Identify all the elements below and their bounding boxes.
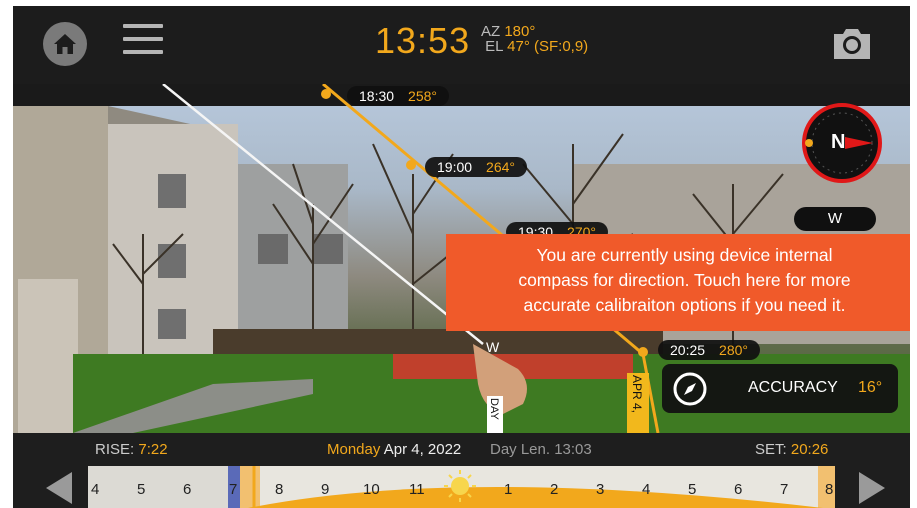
sun-path-time: 19:00 <box>437 159 473 175</box>
menu-button[interactable] <box>123 24 163 60</box>
timeline-tick: 5 <box>688 481 697 498</box>
selected-date[interactable]: Monday Apr 4, 2022 <box>327 433 461 466</box>
calibration-notice[interactable]: You are currently using device internal … <box>446 234 910 331</box>
sun-path-time: 18:30 <box>359 88 395 104</box>
accuracy-value: 16° <box>858 379 883 396</box>
weekday: Monday <box>327 441 381 458</box>
timeline-tick: 8 <box>825 481 834 498</box>
el-label: EL <box>485 38 503 55</box>
notice-line: accurate calibraiton options if you need… <box>523 295 846 315</box>
timeline-bar: 4 5 6 7 8 9 10 11 1 2 3 4 5 6 7 8 <box>13 466 910 508</box>
accuracy-button[interactable]: ACCURACY 16° <box>662 364 898 413</box>
sunrise-label: RISE: <box>95 441 135 458</box>
top-bar: 13:53 AZ 180° EL 47° (SF:0,9) <box>13 6 910 84</box>
sun-path-label: 18:30 258° <box>347 86 450 106</box>
day-info-bar: RISE: 7:22 Monday Apr 4, 2022 Day Len. 1… <box>13 433 910 466</box>
az-el-readout: AZ 180° EL 47° (SF:0,9) <box>481 24 588 54</box>
date-tag-text: APR 4, <box>630 375 644 414</box>
timeline-tick: 4 <box>91 481 100 498</box>
home-button[interactable] <box>43 22 87 66</box>
next-day-arrow-icon[interactable] <box>853 468 893 508</box>
timeline-tick: 3 <box>596 481 605 498</box>
timeline-tick: 1 <box>504 481 513 498</box>
timeline-tick: 7 <box>229 481 238 498</box>
day-length: Day Len. 13:03 <box>490 441 592 458</box>
notice-line: compass for direction. Touch here for mo… <box>518 270 851 290</box>
timeline-tick: 7 <box>780 481 789 498</box>
camera-view[interactable]: 18:30 258° 19:00 264° 19:30 270° 20:25 280° … <box>13 84 910 433</box>
sun-path-time: 20:25 <box>670 342 706 358</box>
compass-direction: W <box>794 207 876 231</box>
sunrise-value: 7:22 <box>138 441 168 458</box>
timeline-tick: 6 <box>183 481 192 498</box>
timeline-graphic <box>88 466 835 508</box>
date-value: Apr 4, 2022 <box>383 441 462 458</box>
camera-button[interactable] <box>830 26 874 67</box>
compass-accuracy-icon <box>673 372 707 406</box>
sunset-label: SET: <box>755 441 787 458</box>
timeline-tick: 2 <box>550 481 559 498</box>
timeline-tick: 11 <box>409 481 425 498</box>
sun-path-azimuth: 280° <box>719 342 749 358</box>
menu-icon-line <box>123 24 163 28</box>
menu-icon-line <box>123 37 163 41</box>
previous-day-arrow-icon[interactable] <box>38 468 78 508</box>
sun-path-label: 19:00 264° <box>425 157 528 177</box>
el-value: 47° (SF:0,9) <box>507 38 589 55</box>
timeline-tick: 9 <box>321 481 330 498</box>
date-tag: APR 4, <box>627 373 649 433</box>
compass[interactable]: N <box>801 102 883 184</box>
day-tag-text: DAY <box>488 398 500 420</box>
current-time: 13:53 <box>375 20 471 61</box>
timeline-tick: 5 <box>137 481 146 498</box>
compass-needle-letter: N <box>831 131 846 153</box>
sunset-value: 20:26 <box>790 441 829 458</box>
time-slider[interactable]: 4 5 6 7 8 9 10 11 1 2 3 4 5 6 7 8 <box>88 466 835 508</box>
home-icon <box>54 34 76 54</box>
notice-line: You are currently using device internal <box>536 245 833 265</box>
camera-icon <box>834 29 870 59</box>
timeline-tick: 8 <box>275 481 284 498</box>
timeline-tick: 4 <box>642 481 651 498</box>
accuracy-label: ACCURACY <box>748 379 838 396</box>
sun-path-azimuth: 264° <box>486 159 516 175</box>
timeline-tick: 6 <box>734 481 743 498</box>
day-tag: DAY <box>487 396 503 433</box>
timeline-tick: 10 <box>363 481 380 498</box>
sun-path-azimuth: 258° <box>408 88 438 104</box>
menu-icon-line <box>123 50 163 54</box>
sunrise-info: RISE: 7:22 <box>95 433 168 466</box>
sunset-info: SET: 20:26 <box>755 433 828 466</box>
w-marker: W <box>486 339 500 355</box>
sun-path-label: 20:25 280° <box>658 340 761 360</box>
